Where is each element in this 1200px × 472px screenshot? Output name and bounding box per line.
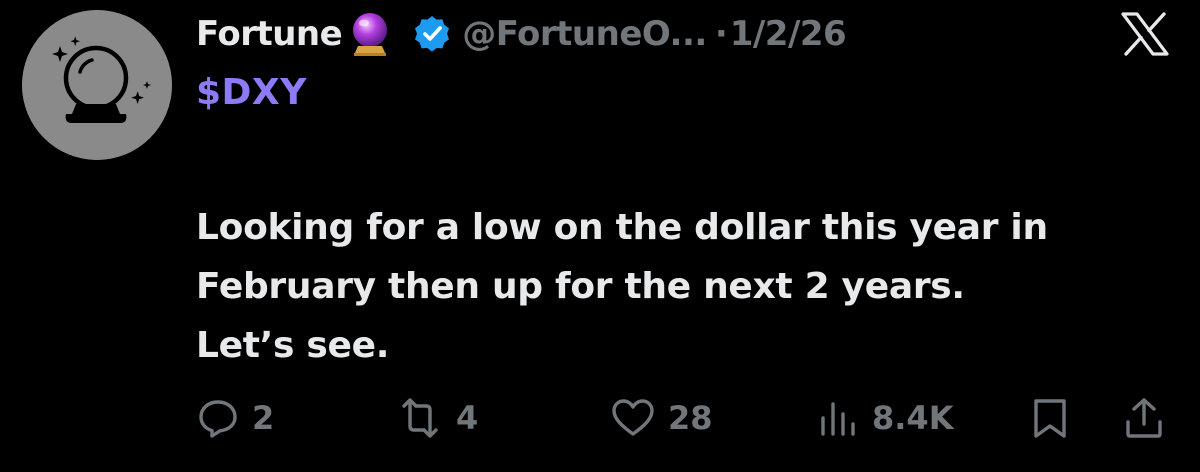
repost-button[interactable]: 4 <box>396 388 478 448</box>
crystal-ball-emoji-icon <box>348 11 392 57</box>
author-name[interactable]: Fortune <box>196 14 343 54</box>
like-button[interactable]: 28 <box>610 388 713 448</box>
bookmark-button[interactable] <box>1030 388 1070 448</box>
action-bar: 2 4 28 8.4K <box>0 388 1200 448</box>
views-icon <box>821 402 855 436</box>
avatar[interactable] <box>22 10 172 160</box>
share-icon <box>1126 398 1162 438</box>
cashtag-link[interactable]: $DXY <box>196 72 307 113</box>
post-body-line: Looking for a low on the dollar this yea… <box>196 207 1048 248</box>
like-count: 28 <box>668 399 713 437</box>
share-button[interactable] <box>1122 388 1166 448</box>
reply-button[interactable]: 2 <box>196 388 274 448</box>
post-body-line: Let’s see. <box>196 325 390 366</box>
separator-dot: · <box>714 14 728 54</box>
author-handle[interactable]: @FortuneO... <box>462 14 707 54</box>
post-header: Fortune @FortuneO... · 1/2/26 <box>196 6 847 62</box>
x-logo-icon[interactable] <box>1120 12 1170 56</box>
views-button[interactable]: 8.4K <box>816 388 953 448</box>
reply-icon <box>199 400 237 438</box>
repost-count: 4 <box>456 399 479 437</box>
post-body: Looking for a low on the dollar this yea… <box>196 198 1176 375</box>
crystal-ball-avatar-icon <box>22 10 172 160</box>
views-count: 8.4K <box>872 399 954 437</box>
reply-count: 2 <box>252 399 275 437</box>
repost-icon <box>402 398 438 438</box>
post-date[interactable]: 1/2/26 <box>730 14 847 54</box>
bookmark-icon <box>1034 399 1066 438</box>
heart-icon <box>612 399 654 436</box>
verified-badge-icon[interactable] <box>412 14 452 54</box>
post-body-line: February then up for the next 2 years. <box>196 266 965 307</box>
